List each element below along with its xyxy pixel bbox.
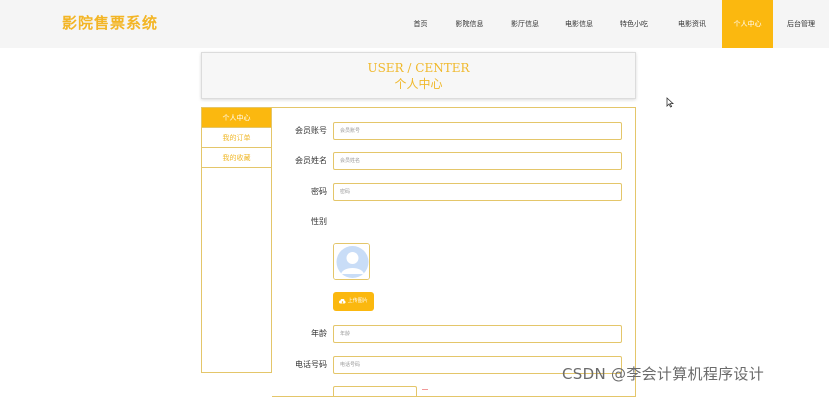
name-label: 会员姓名 (295, 156, 327, 165)
sidebar-item-my-orders[interactable]: 我的订单 (202, 128, 271, 148)
sidebar-item-my-favorites[interactable]: 我的收藏 (202, 148, 271, 168)
form-row-password: 密码 (272, 183, 636, 201)
top-navbar: 影院售票系统 首页 影院信息 影厅信息 电影信息 特色小吃 电影资讯 个人中心 … (0, 0, 829, 48)
form-row-age: 年龄 (272, 325, 636, 343)
form-row-name: 会员姓名 (272, 152, 636, 170)
nav-item-movie-news[interactable]: 电影资讯 (662, 0, 722, 48)
nav-item-home[interactable]: 首页 (400, 0, 441, 48)
account-input[interactable] (333, 122, 622, 140)
user-sidebar: 个人中心 我的订单 我的收藏 (201, 107, 272, 373)
name-input[interactable] (333, 152, 622, 170)
nav-item-movie-info[interactable]: 电影信息 (552, 0, 606, 48)
app-logo-title[interactable]: 影院售票系统 (62, 12, 158, 33)
nav-item-user-center[interactable]: 个人中心 (722, 0, 773, 48)
form-row-gender: 性别 (272, 213, 636, 231)
nav-item-cinema-info[interactable]: 影院信息 (441, 0, 498, 48)
nav-item-admin[interactable]: 后台管理 (773, 0, 829, 48)
age-input[interactable] (333, 325, 622, 343)
avatar-preview[interactable] (333, 243, 370, 280)
upload-image-button[interactable]: 上传图片 (333, 292, 374, 311)
partial-required-mark (422, 389, 428, 393)
age-label: 年龄 (311, 329, 327, 338)
page-header: USER / CENTER 个人中心 (201, 52, 636, 99)
csdn-watermark: CSDN @李会计算机程序设计 (562, 365, 765, 383)
profile-form-panel: 会员账号 会员姓名 密码 性别 年龄 电话号码 (272, 107, 636, 397)
mouse-cursor-icon (666, 97, 674, 108)
upload-button-label: 上传图片 (347, 298, 368, 304)
default-avatar-icon (334, 244, 369, 279)
main-nav: 首页 影院信息 影厅信息 电影信息 特色小吃 电影资讯 个人中心 后台管理 (400, 0, 829, 48)
cloud-upload-icon (339, 298, 346, 304)
account-label: 会员账号 (295, 126, 327, 135)
phone-label: 电话号码 (295, 360, 327, 369)
form-row-account: 会员账号 (272, 122, 636, 140)
page-title-cn: 个人中心 (394, 77, 443, 91)
nav-item-hall-info[interactable]: 影厅信息 (498, 0, 552, 48)
password-input[interactable] (333, 183, 622, 201)
sidebar-item-user-center[interactable]: 个人中心 (202, 108, 271, 128)
partial-field-input[interactable] (333, 386, 417, 396)
nav-item-snacks[interactable]: 特色小吃 (606, 0, 662, 48)
password-label: 密码 (311, 187, 327, 196)
page-title-en: USER / CENTER (367, 61, 470, 75)
gender-label: 性别 (311, 217, 327, 226)
